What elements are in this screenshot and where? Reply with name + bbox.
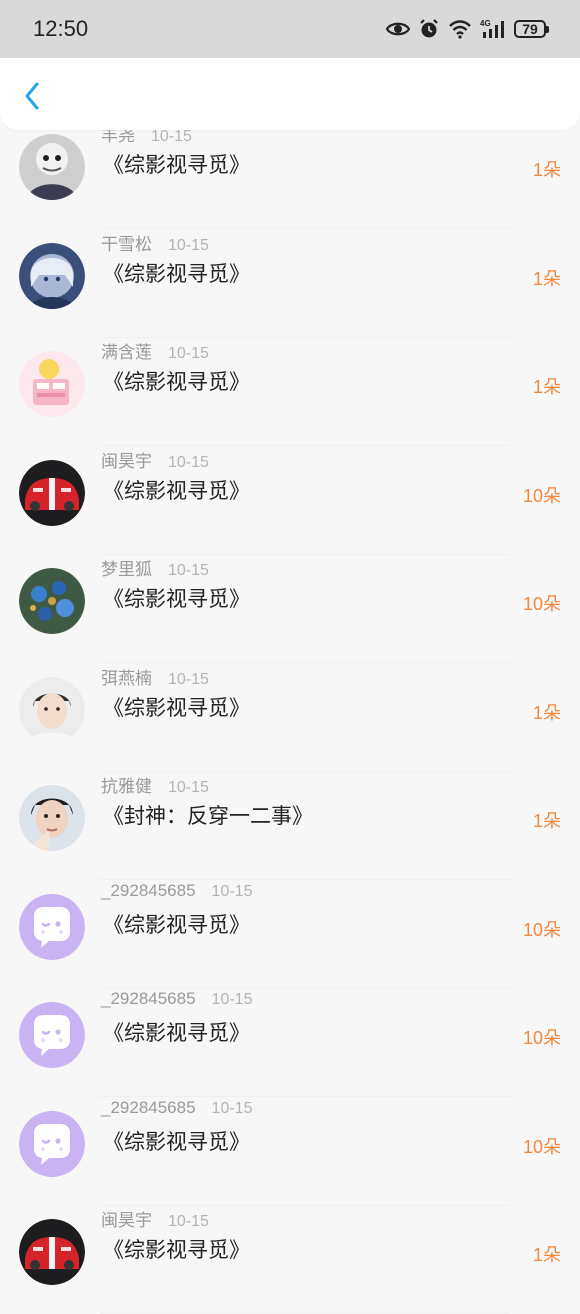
- record-meta: 闽昊宇 10-15: [101, 1206, 209, 1231]
- record-meta: _292845685 10-15: [101, 1098, 252, 1118]
- record-date: 10-15: [168, 345, 209, 362]
- record-date: 10-15: [168, 236, 209, 254]
- book-title: 《综影视寻觅》: [103, 1130, 250, 1154]
- book-title: 《综影视寻觅》: [103, 154, 250, 177]
- user-name: _292845685: [101, 989, 196, 1008]
- gift-amount: 1朵: [532, 1245, 561, 1265]
- gift-amount: 10朵: [522, 919, 561, 940]
- gift-record-row[interactable]: 丰尧 10-15 《综影视寻觅》 1朵: [0, 121, 580, 229]
- battery-level: 79: [522, 21, 538, 37]
- avatar[interactable]: [19, 568, 85, 634]
- gift-amount: 1朵: [532, 811, 561, 831]
- gift-record-row[interactable]: 弭燕楠 10-15 《综影视寻觅》 1朵: [0, 664, 580, 772]
- record-date: 10-15: [168, 670, 209, 688]
- avatar[interactable]: [19, 893, 85, 960]
- user-name: 满含莲: [101, 343, 152, 362]
- status-icons: 4G 79: [386, 18, 549, 40]
- book-title: 《综影视寻觅》: [103, 479, 250, 503]
- record-meta: 干雪松 10-15: [101, 230, 209, 255]
- user-name: 梦里狐: [101, 560, 152, 579]
- record-meta: 弭燕楠 10-15: [101, 664, 209, 689]
- book-title: 《综影视寻觅》: [103, 262, 250, 286]
- signal-label: 4G: [480, 19, 491, 28]
- record-meta: 满含莲 10-15: [101, 338, 209, 363]
- avatar[interactable]: [19, 1110, 85, 1177]
- gift-amount: 10朵: [522, 594, 561, 614]
- gift-record-row[interactable]: 闽昊宇 10-15 《综影视寻觅》 1朵: [0, 1206, 580, 1314]
- record-date: 10-15: [168, 1213, 209, 1230]
- user-name: 弭燕楠: [101, 668, 152, 688]
- gift-record-row[interactable]: 干雪松 10-15 《综影视寻觅》 1朵: [0, 230, 580, 338]
- book-title: 《综影视寻觅》: [103, 913, 250, 937]
- user-name: 闽昊宇: [101, 1211, 152, 1230]
- alarm-icon: [420, 19, 438, 38]
- gift-amount: 10朵: [522, 1028, 561, 1048]
- gift-record-row[interactable]: _292845685 10-15 《综影视寻觅》 10朵: [0, 881, 580, 989]
- book-title: 《综影视寻觅》: [103, 588, 250, 611]
- gift-amount: 1朵: [532, 268, 561, 289]
- avatar[interactable]: [19, 134, 85, 200]
- chevron-left-icon: [25, 82, 39, 110]
- record-date: 10-15: [168, 453, 209, 471]
- eye-icon: [386, 22, 410, 36]
- record-date: 10-15: [168, 562, 209, 579]
- record-date: 10-15: [211, 1099, 253, 1117]
- gift-record-row[interactable]: 满含莲 10-15 《综影视寻觅》 1朵: [0, 338, 580, 446]
- user-name: 闽昊宇: [101, 451, 152, 471]
- user-name: _292845685: [101, 1097, 196, 1117]
- avatar[interactable]: [19, 351, 85, 417]
- status-bar: 12:50 4G 79: [0, 0, 580, 58]
- record-meta: 闽昊宇 10-15: [101, 447, 209, 472]
- record-meta: _292845685 10-15: [101, 989, 252, 1009]
- wifi-icon: [449, 20, 471, 39]
- gift-record-row[interactable]: 抗雅健 10-15 《封神：反穿一二事》 1朵: [0, 772, 580, 880]
- gift-amount: 10朵: [522, 485, 561, 506]
- battery-icon: 79: [514, 20, 549, 38]
- record-date: 10-15: [211, 882, 253, 900]
- avatar[interactable]: [19, 676, 85, 743]
- gift-amount: 1朵: [532, 160, 561, 180]
- avatar[interactable]: [19, 785, 85, 851]
- avatar[interactable]: [19, 1219, 85, 1285]
- book-title: 《封神：反穿一二事》: [103, 805, 313, 828]
- gift-record-row[interactable]: _292845685 10-15 《综影视寻觅》 10朵: [0, 1098, 580, 1206]
- book-title: 《综影视寻觅》: [103, 1239, 250, 1262]
- user-name: _292845685: [101, 880, 196, 900]
- gift-record-row[interactable]: 梦里狐 10-15 《综影视寻觅》 10朵: [0, 555, 580, 663]
- record-meta: 抗雅健 10-15: [101, 772, 209, 797]
- status-time: 12:50: [33, 16, 89, 41]
- back-button[interactable]: [18, 80, 46, 112]
- signal-icon: 4G: [480, 19, 504, 38]
- record-date: 10-15: [211, 991, 253, 1008]
- top-nav-bar: [0, 58, 580, 130]
- gift-record-row[interactable]: 闽昊宇 10-15 《综影视寻觅》 10朵: [0, 447, 580, 555]
- record-meta: 梦里狐 10-15: [101, 555, 209, 580]
- book-title: 《综影视寻觅》: [103, 371, 250, 394]
- user-name: 抗雅健: [101, 777, 152, 796]
- book-title: 《综影视寻觅》: [103, 696, 250, 720]
- book-title: 《综影视寻觅》: [103, 1022, 250, 1045]
- avatar[interactable]: [19, 242, 85, 309]
- gift-record-row[interactable]: _292845685 10-15 《综影视寻觅》 10朵: [0, 989, 580, 1097]
- record-date: 10-15: [151, 128, 192, 145]
- record-date: 10-15: [168, 779, 209, 796]
- avatar[interactable]: [19, 1002, 85, 1068]
- record-meta: _292845685 10-15: [101, 881, 252, 901]
- gift-amount: 1朵: [532, 377, 561, 397]
- avatar[interactable]: [19, 459, 85, 526]
- gift-amount: 10朵: [522, 1136, 561, 1157]
- gift-amount: 1朵: [532, 702, 561, 723]
- user-name: 干雪松: [101, 234, 152, 254]
